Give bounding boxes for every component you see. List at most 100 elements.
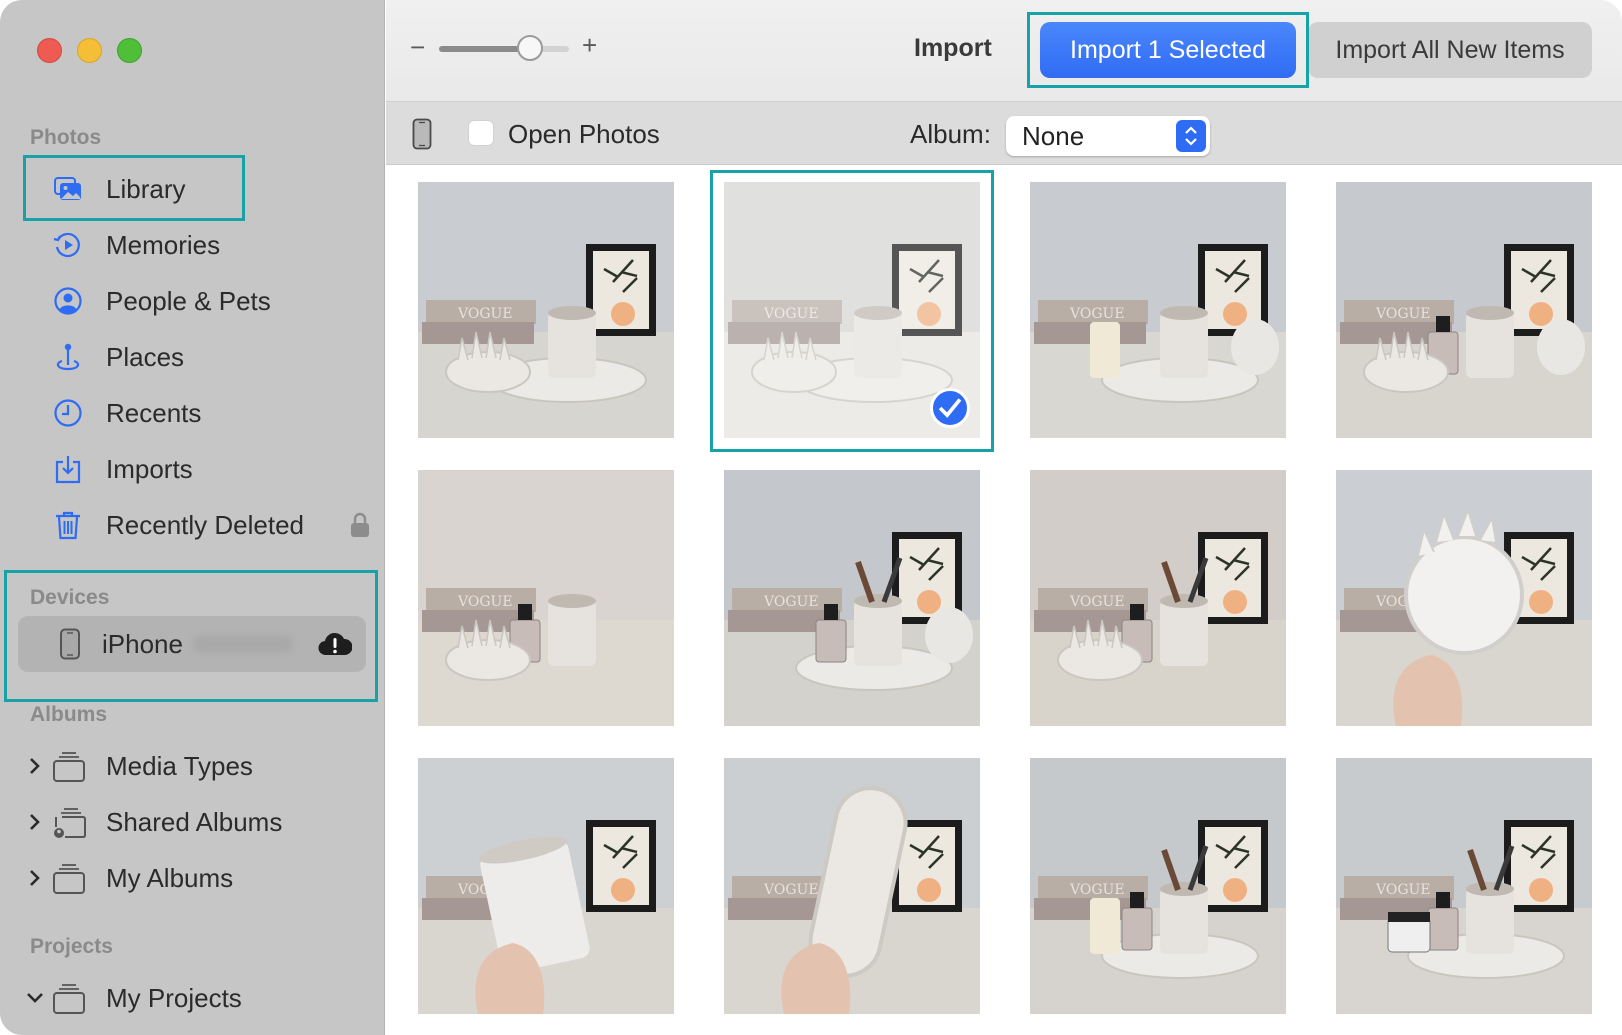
photo-grid: VOGUE VOGUE VOGUE VOGUE VOGUE VOGUE VOGUE VOGUE…: [386, 166, 1622, 1035]
sidebar-item-label: My Albums: [106, 862, 234, 893]
photo-image: VOGUE: [418, 470, 674, 726]
sidebar-item-label: My Projects: [106, 982, 242, 1013]
device-name-redacted: [192, 635, 293, 653]
sidebar-item-label: Recently Deleted: [106, 509, 304, 540]
minimize-window-button[interactable]: [77, 38, 102, 63]
iphone-icon: [60, 628, 80, 660]
svg-text:VOGUE: VOGUE: [1069, 306, 1125, 322]
chevron-down-icon[interactable]: [26, 989, 44, 1007]
sidebar-item-label: Media Types: [106, 750, 253, 781]
library-icon: [50, 171, 86, 207]
sidebar-item-label: Library: [106, 173, 186, 204]
photo-image: VOGUE: [1030, 470, 1286, 726]
recents-icon: [50, 395, 86, 431]
cloud-alert-icon[interactable]: [318, 629, 352, 659]
import-selected-button[interactable]: Import 1 Selected: [1040, 22, 1296, 78]
import-options-bar: Open Photos Album: None: [386, 102, 1622, 165]
photo-thumbnail[interactable]: VOGUE: [724, 182, 980, 438]
trash-icon: [50, 507, 86, 543]
people-icon: [50, 283, 86, 319]
sidebar-item-label: People & Pets: [106, 285, 271, 316]
sidebar-item-label: Recents: [106, 397, 202, 428]
places-icon: [50, 339, 86, 375]
import-title: Import: [914, 34, 992, 62]
svg-text:VOGUE: VOGUE: [763, 882, 819, 898]
section-label-photos: Photos: [30, 126, 102, 149]
photo-image: VOGUE: [724, 470, 980, 726]
sidebar-item-imports[interactable]: Imports: [30, 445, 360, 493]
sidebar-item-label: Imports: [106, 453, 193, 484]
sidebar-item-shared-albums[interactable]: Shared Albums: [26, 798, 282, 846]
photo-image: VOGUE: [418, 182, 674, 438]
sidebar-item-recents[interactable]: Recents: [30, 389, 360, 437]
section-label-albums: Albums: [30, 703, 108, 726]
lock-icon: [351, 512, 369, 537]
svg-text:VOGUE: VOGUE: [457, 306, 513, 322]
section-label-devices: Devices: [30, 586, 110, 609]
zoom-out-icon[interactable]: −: [410, 32, 425, 63]
sidebar-item-recently-deleted[interactable]: Recently Deleted: [30, 501, 369, 549]
photo-image: VOGUE: [1336, 758, 1592, 1014]
svg-text:VOGUE: VOGUE: [763, 594, 819, 610]
import-all-button[interactable]: Import All New Items: [1308, 22, 1592, 78]
album-select[interactable]: None: [1006, 116, 1210, 156]
photo-thumbnail[interactable]: VOGUE: [724, 758, 980, 1014]
toolbar: − + Import Import 1 Selected Import All …: [386, 0, 1622, 102]
section-label-projects: Projects: [30, 935, 113, 958]
zoom-slider[interactable]: [439, 35, 569, 61]
sidebar-item-library[interactable]: Library: [30, 165, 360, 213]
sidebar-item-label: Places: [106, 341, 185, 372]
chevron-right-icon[interactable]: [26, 757, 44, 775]
sidebar-item-my-projects[interactable]: My Projects: [26, 974, 242, 1022]
svg-text:VOGUE: VOGUE: [1069, 594, 1125, 610]
photo-thumbnail[interactable]: VOGUE: [1030, 182, 1286, 438]
photo-thumbnail[interactable]: VOGUE: [1336, 182, 1592, 438]
photo-thumbnail[interactable]: VOGUE: [724, 470, 980, 726]
album-stack-icon: [53, 984, 85, 1014]
sidebar-item-memories[interactable]: Memories: [30, 221, 360, 269]
album-stack-icon: [53, 864, 85, 894]
sidebar: Photos Library Memories People & Pets Pl…: [0, 0, 385, 1035]
photo-image: VOGUE: [1336, 470, 1592, 726]
close-window-button[interactable]: [37, 38, 62, 63]
photo-image: VOGUE: [418, 758, 674, 1014]
open-photos-checkbox[interactable]: [468, 120, 494, 146]
checkmark-icon: [930, 388, 970, 428]
photo-thumbnail[interactable]: VOGUE: [1336, 470, 1592, 726]
photo-image: VOGUE: [1030, 758, 1286, 1014]
sidebar-item-iphone[interactable]: iPhone: [18, 616, 366, 672]
photo-thumbnail[interactable]: VOGUE: [418, 182, 674, 438]
sidebar-item-places[interactable]: Places: [30, 333, 360, 381]
imports-icon: [50, 451, 86, 487]
photo-thumbnail[interactable]: VOGUE: [1030, 470, 1286, 726]
memories-icon: [50, 227, 86, 263]
photo-thumbnail[interactable]: VOGUE: [1336, 758, 1592, 1014]
chevron-right-icon[interactable]: [26, 869, 44, 887]
zoom-slider-knob[interactable]: [517, 35, 543, 61]
sidebar-item-label: Shared Albums: [106, 806, 283, 837]
photo-image: VOGUE: [1336, 182, 1592, 438]
sidebar-item-label: Memories: [106, 229, 221, 260]
iphone-icon: [412, 118, 432, 150]
photo-thumbnail[interactable]: VOGUE: [418, 758, 674, 1014]
photo-thumbnail[interactable]: VOGUE: [418, 470, 674, 726]
album-select-value: None: [1022, 120, 1085, 151]
photo-image: VOGUE: [724, 758, 980, 1014]
album-label: Album:: [910, 119, 991, 149]
svg-text:VOGUE: VOGUE: [1069, 882, 1125, 898]
sidebar-item-people-pets[interactable]: People & Pets: [30, 277, 360, 325]
maximize-window-button[interactable]: [117, 38, 142, 63]
chevron-up-down-icon: [1176, 120, 1206, 152]
sidebar-item-media-types[interactable]: Media Types: [26, 742, 253, 790]
sidebar-item-my-albums[interactable]: My Albums: [26, 854, 233, 902]
photo-image: VOGUE: [1030, 182, 1286, 438]
zoom-in-icon[interactable]: +: [582, 30, 597, 61]
chevron-right-icon[interactable]: [26, 813, 44, 831]
open-photos-label: Open Photos: [508, 119, 660, 149]
shared-album-icon: [54, 808, 86, 838]
svg-text:VOGUE: VOGUE: [457, 594, 513, 610]
photo-thumbnail[interactable]: VOGUE: [1030, 758, 1286, 1014]
photos-import-window: Photos Library Memories People & Pets Pl…: [0, 0, 1622, 1035]
device-name: iPhone: [102, 628, 183, 659]
album-stack-icon: [53, 752, 85, 782]
